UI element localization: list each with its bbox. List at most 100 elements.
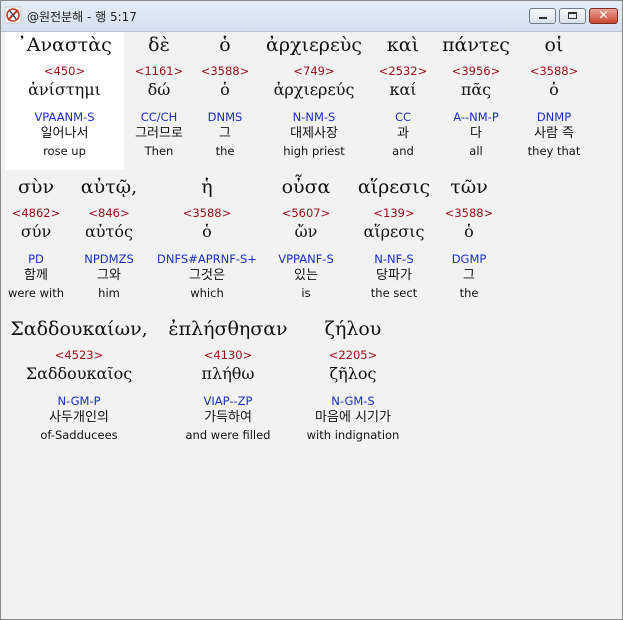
lemma: καί: [389, 80, 417, 99]
greek-word: ᾿Αναστὰς: [17, 34, 112, 56]
word-card[interactable]: πάντες <3956> πᾶς A--NM-P 다 all: [434, 32, 518, 159]
strong-number: <450>: [43, 64, 86, 78]
maximize-button[interactable]: [559, 8, 586, 24]
korean-gloss: 대제사장: [290, 126, 338, 141]
korean-gloss: 사두개인의: [49, 410, 109, 425]
word-card[interactable]: οὖσα <5607> ὤν VPPANF-S 있는 is: [263, 174, 349, 301]
strong-number: <2532>: [378, 64, 428, 78]
english-gloss: were with: [7, 286, 65, 300]
app-window: @원전분해 - 행 5:17 ✕ ᾿Αναστὰς <450> ἀνίστημι…: [0, 0, 623, 620]
word-card[interactable]: ἀρχιερεὺς <749> ἀρχιερεύς N-NM-S 대제사장 hi…: [256, 32, 372, 159]
strong-number: <2205>: [328, 348, 378, 362]
greek-word: ἀρχιερεὺς: [265, 34, 362, 56]
window-title: @원전분해 - 행 5:17: [27, 10, 137, 24]
lemma: ὁ: [464, 222, 474, 241]
korean-gloss: 일어나서: [40, 126, 89, 141]
lemma: δώ: [147, 80, 171, 99]
lemma: ὤν: [294, 222, 318, 241]
title-bar[interactable]: @원전분해 - 행 5:17 ✕: [1, 1, 622, 32]
word-card[interactable]: αἵρεσις <139> αἵρεσις N-NF-S 당파가 the sec…: [349, 174, 439, 301]
greek-word: ἐπλήσθησαν: [168, 318, 288, 340]
minimize-button[interactable]: [529, 8, 556, 24]
analysis-panel: ᾿Αναστὰς <450> ἀνίστημι VPAANM-S 일어나서 ro…: [5, 32, 619, 616]
english-gloss: which: [190, 286, 224, 300]
parsing-code: A--NM-P: [453, 110, 499, 124]
greek-word: Σαδδουκαίων,: [10, 318, 148, 340]
strong-number: <4862>: [11, 206, 61, 220]
parsing-code: CC/CH: [140, 110, 178, 124]
lemma: αὐτός: [85, 222, 133, 241]
korean-gloss: 당파가: [376, 268, 412, 283]
english-gloss: they that: [527, 144, 581, 158]
word-card[interactable]: ᾿Αναστὰς <450> ἀνίστημι VPAANM-S 일어나서 ro…: [5, 32, 124, 159]
english-gloss: with indignation: [306, 428, 400, 442]
lemma: ἀνίστημι: [28, 80, 101, 99]
parsing-code: NPDMZS: [84, 252, 134, 266]
korean-gloss: 마음에 시기가: [315, 410, 391, 425]
strong-number: <3588>: [182, 206, 232, 220]
korean-gloss: 그와: [97, 268, 121, 283]
strong-number: <3588>: [200, 64, 250, 78]
word-card[interactable]: καὶ <2532> καί CC 과 and: [372, 32, 434, 159]
parsing-code: VIAP--ZP: [203, 394, 253, 408]
close-button[interactable]: ✕: [589, 8, 618, 24]
greek-word: σὺν: [17, 176, 55, 198]
word-card[interactable]: ὁ <3588> ὁ DNMS 그 the: [194, 32, 256, 159]
word-card[interactable]: Σαδδουκαίων, <4523> Σαδδουκαῖος N-GM-P 사…: [5, 316, 153, 443]
english-gloss: the sect: [370, 286, 418, 300]
word-card[interactable]: τῶν <3588> ὁ DGMP 그 the: [439, 174, 499, 301]
word-card[interactable]: ζήλου <2205> ζῆλος N-GM-S 마음에 시기가 with i…: [303, 316, 403, 443]
english-gloss: and were filled: [185, 428, 271, 442]
parsing-code: PD: [28, 252, 44, 266]
parsing-code: CC: [394, 110, 412, 124]
greek-word: οἱ: [544, 34, 564, 56]
strong-number: <139>: [373, 206, 415, 220]
english-gloss: is: [301, 286, 311, 300]
korean-gloss: 그러므로: [135, 126, 183, 141]
word-card[interactable]: ἡ <3588> ὁ DNFS#APRNF-S+ 그것은 which: [151, 174, 263, 301]
english-gloss: Then: [144, 144, 174, 158]
greek-word: αἵρεσις: [357, 176, 431, 198]
strong-number: <3588>: [529, 64, 579, 78]
parsing-code: DGMP: [451, 252, 487, 266]
korean-gloss: 있는: [294, 268, 318, 283]
word-card[interactable]: σὺν <4862> σύν PD 함께 were with: [5, 174, 67, 301]
greek-word: καὶ: [386, 34, 420, 56]
lemma: ἀρχιερεύς: [273, 80, 355, 99]
parsing-code: N-GM-P: [57, 394, 101, 408]
parsing-code: N-NF-S: [374, 252, 414, 266]
strong-number: <749>: [293, 64, 335, 78]
korean-gloss: 그: [219, 126, 231, 141]
strong-number: <4523>: [54, 348, 104, 362]
english-gloss: rose up: [43, 144, 86, 158]
lemma: πλήθω: [201, 364, 255, 383]
english-gloss: all: [469, 144, 483, 158]
korean-gloss: 그: [463, 268, 475, 283]
greek-word: ζήλου: [324, 318, 382, 340]
korean-gloss: 과: [397, 126, 409, 141]
strong-number: <3588>: [444, 206, 494, 220]
strong-number: <5607>: [281, 206, 331, 220]
english-gloss: and: [392, 144, 414, 158]
english-gloss: him: [98, 286, 120, 300]
lemma: σύν: [20, 222, 52, 241]
greek-word: τῶν: [450, 176, 488, 198]
korean-gloss: 다: [470, 126, 482, 141]
parsing-code: DNMS: [207, 110, 243, 124]
word-card[interactable]: οἱ <3588> ὁ DNMP 사람 즉 they that: [518, 32, 590, 159]
greek-word: ὁ: [219, 34, 231, 56]
parsing-code: N-GM-S: [331, 394, 375, 408]
word-card[interactable]: ἐπλήσθησαν <4130> πλήθω VIAP--ZP 가득하여 an…: [153, 316, 303, 443]
word-card[interactable]: αὐτῷ, <846> αὐτός NPDMZS 그와 him: [67, 174, 151, 301]
greek-word: αὐτῷ,: [80, 176, 138, 198]
parsing-code: VPAANM-S: [34, 110, 95, 124]
korean-gloss: 그것은: [189, 268, 225, 283]
strong-number: <3956>: [451, 64, 501, 78]
lemma: ὁ: [220, 80, 230, 99]
maximize-icon: [568, 12, 577, 19]
word-card[interactable]: δὲ <1161> δώ CC/CH 그러므로 Then: [124, 32, 194, 159]
lemma: ζῆλος: [329, 364, 377, 383]
lemma: Σαδδουκαῖος: [25, 364, 133, 383]
parsing-code: DNFS#APRNF-S+: [157, 252, 257, 266]
strong-number: <846>: [88, 206, 130, 220]
